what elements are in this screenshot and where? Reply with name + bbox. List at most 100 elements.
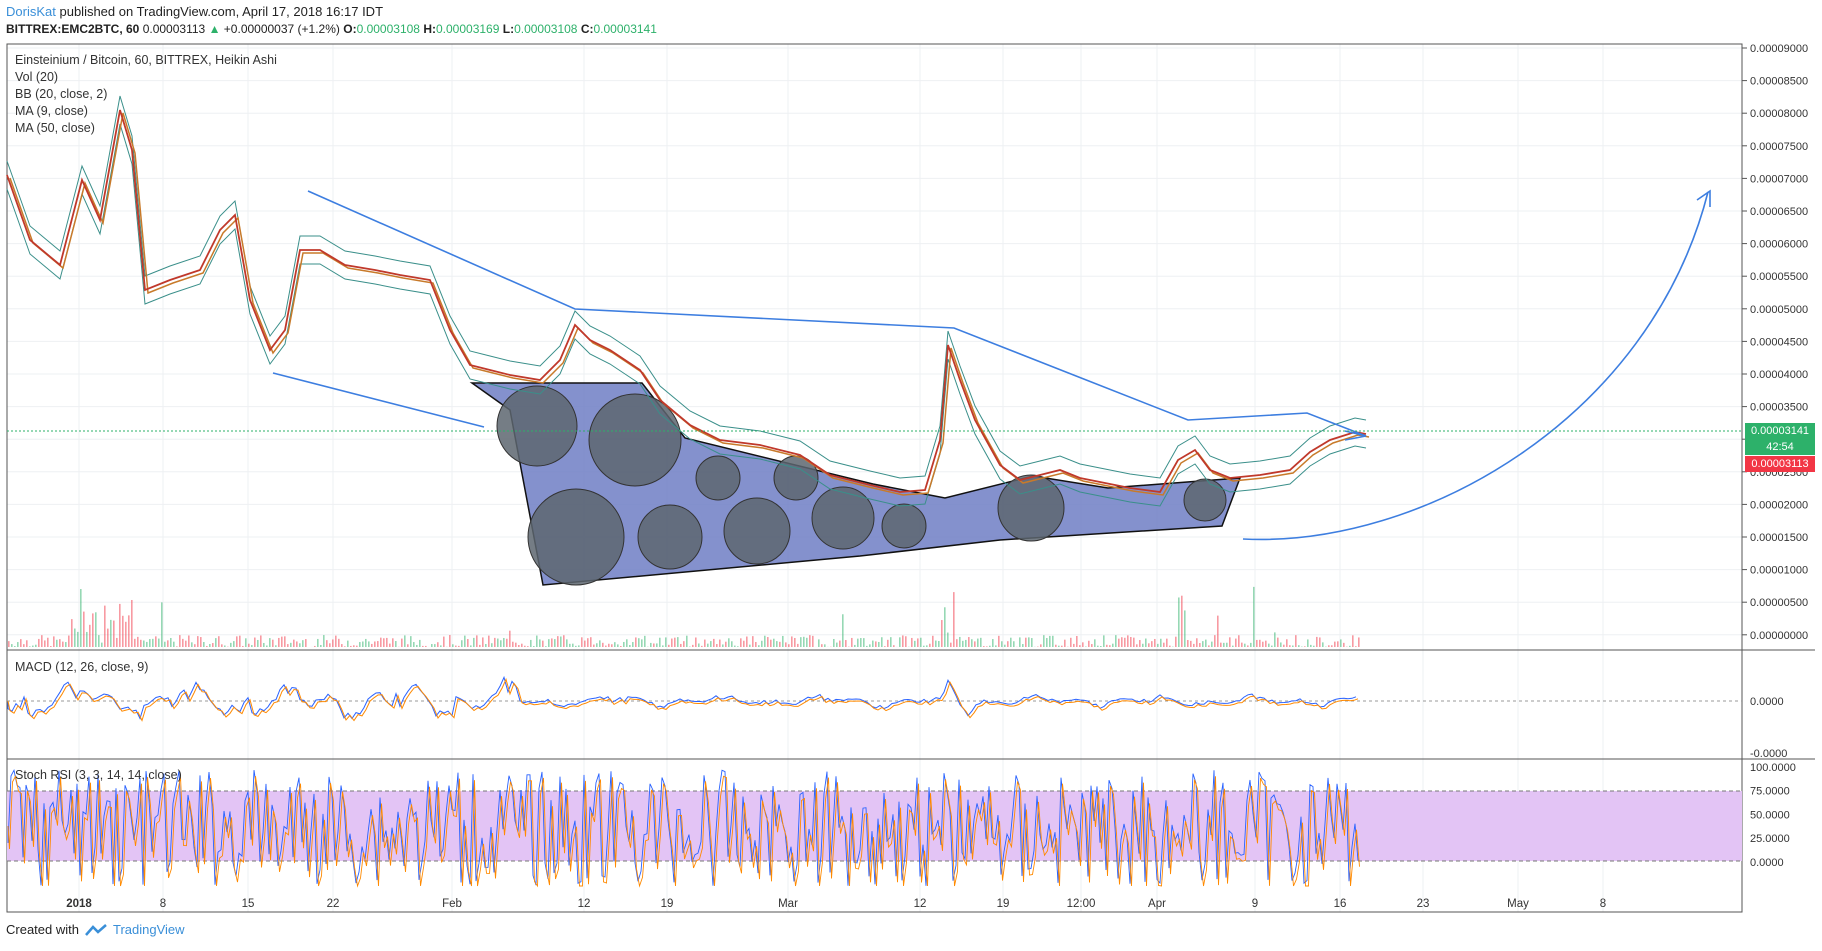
time-tick-label: Apr <box>1148 898 1166 910</box>
volume-bar <box>29 646 31 647</box>
volume-bar <box>1268 643 1270 647</box>
volume-bar <box>335 635 337 647</box>
volume-bar <box>473 637 475 647</box>
volume-bar <box>1184 610 1186 647</box>
volume-bar <box>749 644 751 647</box>
volume-bar <box>284 636 286 647</box>
volume-bar <box>713 638 715 647</box>
volume-bar <box>107 628 109 647</box>
volume-bar <box>1250 642 1252 647</box>
volume-bar <box>359 642 361 647</box>
volume-bar <box>1280 642 1282 647</box>
volume-bar <box>617 644 619 647</box>
tradingview-brand-link[interactable]: TradingView <box>113 922 185 937</box>
volume-bar <box>764 635 766 647</box>
volume-bar <box>20 639 22 647</box>
legend-vol[interactable]: Vol (20) <box>15 69 277 86</box>
volume-bar <box>1277 637 1279 647</box>
time-tick-label: 22 <box>327 898 340 910</box>
volume-bar <box>1322 642 1324 647</box>
volume-bar <box>182 638 184 647</box>
volume-bar <box>1112 643 1114 647</box>
volume-bar <box>515 642 517 647</box>
volume-bar <box>1334 641 1336 647</box>
volume-bar <box>668 644 670 647</box>
volume-bar <box>950 642 952 647</box>
volume-bar <box>179 635 181 647</box>
volume-bar <box>50 646 52 647</box>
volume-bar <box>65 642 67 647</box>
volume-bar <box>1352 635 1354 647</box>
legend-macd[interactable]: MACD (12, 26, close, 9) <box>15 659 148 676</box>
volume-bar <box>665 637 667 647</box>
volume-bar <box>1247 645 1249 647</box>
chart-canvas[interactable]: 0.00009000 0.00008500 0.00008000 0.00007500… <box>0 0 1822 951</box>
volume-bar <box>779 641 781 647</box>
volume-bar <box>1166 638 1168 647</box>
volume-bar <box>1232 645 1234 647</box>
footer: Created with TradingView <box>6 922 185 937</box>
volume-bar <box>281 636 283 647</box>
volume-bar <box>719 639 721 647</box>
legend-ma50[interactable]: MA (50, close) <box>15 120 277 137</box>
volume-bar <box>200 637 202 647</box>
volume-bar <box>629 644 631 647</box>
time-axis[interactable]: 2018 8 15 22 Feb 12 19 Mar 12 19 12:00 Apr 9 16 23 May 8 <box>66 898 1606 910</box>
volume-bar <box>575 645 577 647</box>
volume-bar <box>881 637 883 647</box>
legend-bb[interactable]: BB (20, close, 2) <box>15 86 277 103</box>
volume-bar <box>1190 640 1192 647</box>
volume-bar <box>890 637 892 647</box>
volume-bar <box>776 641 778 647</box>
bubble-circle <box>811 486 875 550</box>
legend-ma9[interactable]: MA (9, close) <box>15 103 277 120</box>
volume-bar <box>1337 641 1339 647</box>
volume-bar <box>737 646 739 647</box>
time-tick-label: 19 <box>661 898 674 910</box>
volume-bar <box>1031 638 1033 647</box>
volume-bar <box>536 635 538 647</box>
volume-bar <box>554 639 556 647</box>
volume-bar <box>317 638 319 647</box>
volume-bar <box>1175 636 1177 647</box>
volume-bar <box>104 605 106 647</box>
legend-title[interactable]: Einsteinium / Bitcoin, 60, BITTREX, Heik… <box>15 52 277 69</box>
ma9-line <box>6 109 1367 493</box>
volume-bar <box>803 636 805 647</box>
volume-bar <box>95 612 97 647</box>
volume-bar <box>1319 637 1321 647</box>
volume-bar <box>953 592 955 647</box>
volume-bar <box>935 640 937 647</box>
volume-bar <box>161 602 163 647</box>
volume-bar <box>842 614 844 647</box>
volume-bar <box>533 646 535 647</box>
volume-bar <box>368 641 370 647</box>
volume-bar <box>1022 644 1024 647</box>
volume-bar <box>302 640 304 647</box>
volume-bar <box>728 638 730 647</box>
volume-bar <box>872 640 874 647</box>
stoch-tick-label: 0.0000 <box>1750 857 1784 869</box>
volume-bar <box>14 646 16 647</box>
volume-bar <box>1094 639 1096 647</box>
volume-bar <box>497 638 499 647</box>
volume-bar <box>440 645 442 647</box>
volume-bar <box>683 641 685 647</box>
volume-bar <box>1151 641 1153 647</box>
volume-bar <box>71 619 73 647</box>
volume-bar <box>806 637 808 647</box>
volume-bar <box>863 638 865 647</box>
volume-bar <box>947 632 949 647</box>
volume-bar <box>353 645 355 647</box>
volume-bar <box>1100 646 1102 647</box>
volume-bar <box>416 644 418 647</box>
volume-bar <box>869 644 871 647</box>
volume-bar <box>1160 638 1162 647</box>
time-tick-label: 9 <box>1252 898 1258 910</box>
volume-bar <box>242 645 244 647</box>
time-tick-label: 19 <box>997 898 1010 910</box>
volume-bar <box>785 642 787 647</box>
legend-stoch[interactable]: Stoch RSI (3, 3, 14, 14, close) <box>15 767 182 784</box>
price-tick-label: 0.00003500 <box>1750 402 1808 414</box>
volume-bar <box>857 638 859 647</box>
